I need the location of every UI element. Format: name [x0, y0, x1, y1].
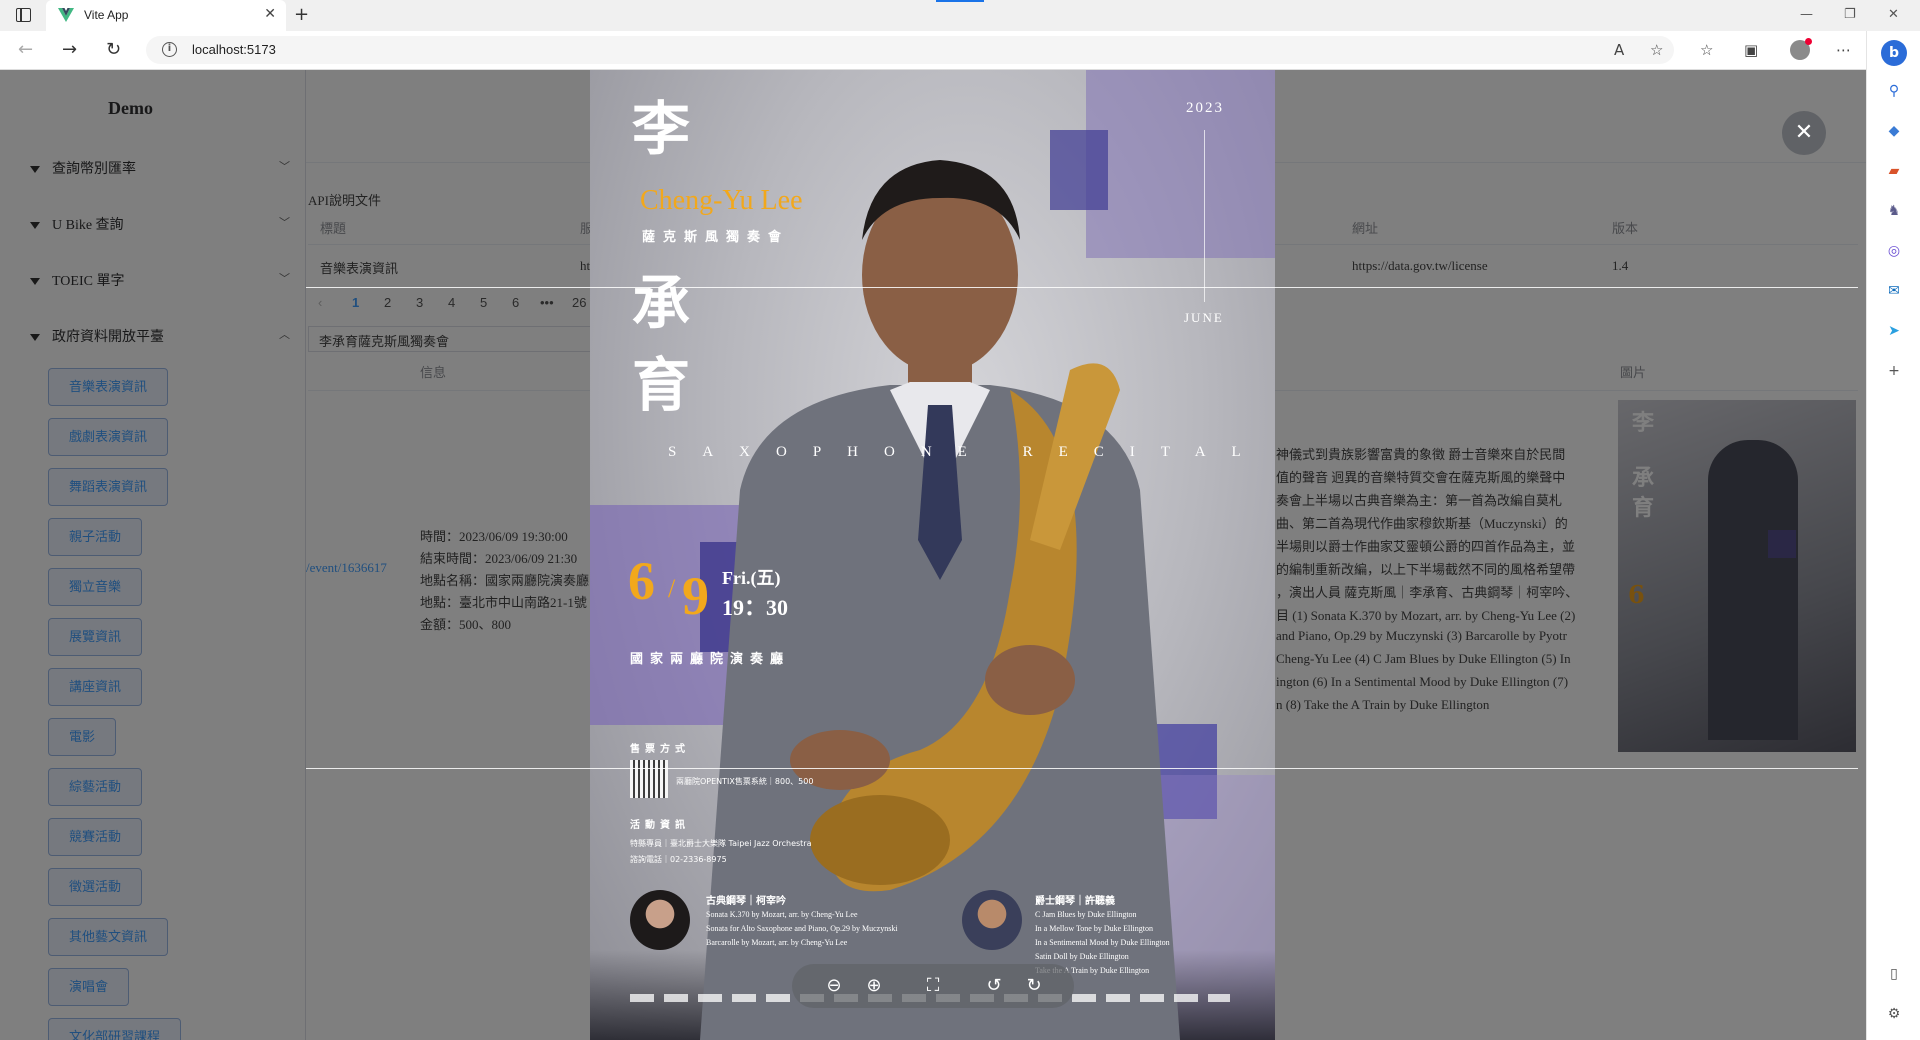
poster-weekday: Fri.(五) — [722, 568, 781, 588]
right-program-line: In a Mellow Tone by Duke Ellington — [1035, 924, 1153, 933]
poster-recital: SAXOPHONE RECITAL — [668, 444, 1267, 460]
left-program-line: Sonata K.370 by Mozart, arr. by Cheng-Yu… — [706, 910, 858, 919]
poster-vertical-rule — [1204, 130, 1205, 302]
poster-year: 2023 — [1186, 100, 1224, 116]
office-icon[interactable]: ◎ — [1884, 243, 1904, 263]
left-program-line: Barcarolle by Mozart, arr. by Cheng-Yu L… — [706, 938, 848, 947]
right-program-line: In a Sentimental Mood by Duke Ellington — [1035, 938, 1170, 947]
browser-tab[interactable]: Vite App ✕ — [46, 0, 286, 31]
outlook-icon[interactable]: ✉ — [1884, 283, 1904, 303]
right-program-line: C Jam Blues by Duke Ellington — [1035, 910, 1137, 919]
new-tab-icon[interactable]: + — [294, 4, 309, 25]
guide-line — [306, 287, 1858, 288]
favorites-icon[interactable]: ☆ — [1700, 41, 1713, 59]
loading-indicator — [936, 0, 984, 2]
poster-date-slash: / — [668, 574, 676, 603]
poster-info-heading: 活動資訊 — [630, 820, 690, 831]
poster-info-line: 諮詢電話｜02-2336-8975 — [630, 855, 727, 864]
qr-code-icon — [630, 760, 668, 798]
collections-icon[interactable]: ▣ — [1744, 41, 1758, 59]
poster-time: 19：30 — [722, 595, 789, 620]
poster-name-char: 承 — [632, 269, 691, 337]
zoom-out-icon[interactable]: ⊖ — [822, 974, 846, 998]
vite-favicon-icon — [58, 8, 74, 22]
search-icon[interactable]: ⚲ — [1884, 83, 1904, 103]
settings-gear-icon[interactable]: ⚙ — [1884, 1006, 1904, 1026]
rotate-left-icon[interactable]: ↺ — [982, 974, 1006, 998]
right-program-line: Satin Doll by Duke Ellington — [1035, 952, 1129, 961]
address-bar: ← → ↻ i localhost:5173 A ☆ ☆ ▣ ⋯ — [0, 31, 1920, 70]
window-close-icon[interactable]: ✕ — [1888, 7, 1899, 22]
refresh-icon[interactable]: ↻ — [106, 39, 121, 60]
viewer-toolbar: ⊖ ⊕ ⛶ ↺ ↻ — [792, 964, 1074, 1008]
jazz-pianist-avatar — [962, 890, 1022, 950]
left-program-line: Sonata for Alto Saxophone and Piano, Op.… — [706, 924, 898, 933]
add-sidebar-icon[interactable]: + — [1884, 363, 1904, 383]
viewer-close-button[interactable]: ✕ — [1782, 111, 1826, 155]
games-icon[interactable]: ♞ — [1884, 203, 1904, 223]
url-field[interactable]: i localhost:5173 — [146, 36, 1674, 64]
back-icon[interactable]: ← — [18, 39, 33, 60]
poster-name-en: Cheng-Yu Lee — [640, 185, 803, 216]
tab-close-icon[interactable]: ✕ — [264, 6, 276, 22]
hide-sidebar-icon[interactable]: ▯ — [1884, 966, 1904, 986]
bing-chat-icon[interactable]: b — [1881, 40, 1907, 66]
poster-date-day: 9 — [682, 566, 709, 626]
poster-name-char: 育 — [632, 351, 691, 419]
poster-ticket-heading: 售票方式 — [630, 744, 690, 755]
poster-date-month: 6 — [628, 551, 655, 611]
poster-venue: 國家兩廳院演奏廳 — [630, 652, 791, 667]
poster-ticket-line: 兩廳院OPENTIX售票系統｜800、500 — [676, 777, 814, 786]
poster-subtitle: 薩克斯風獨奏會 — [642, 230, 790, 245]
edge-sidebar: b ⚲ ◆ ▰ ♞ ◎ ✉ ➤ + ▯ ⚙ — [1866, 31, 1920, 1040]
url-text[interactable]: localhost:5173 — [192, 42, 276, 57]
rotate-right-icon[interactable]: ↻ — [1022, 974, 1046, 998]
guide-line — [306, 768, 1858, 769]
tab-strip: Vite App ✕ + — ❐ ✕ — [0, 0, 1920, 31]
left-performer: 古典鋼琴｜柯宰吟 — [706, 896, 786, 907]
restore-icon[interactable]: ❐ — [1844, 7, 1856, 22]
poster-name-char: 李 — [632, 95, 691, 163]
forward-icon[interactable]: → — [62, 39, 77, 60]
poster-info-line: 特縣專員｜臺北爵士大樂隊 Taipei Jazz Orchestra — [630, 839, 812, 848]
more-options-icon[interactable]: ⋯ — [1836, 41, 1851, 59]
tools-icon[interactable]: ▰ — [1884, 163, 1904, 183]
right-performer: 爵士鋼琴｜許聽義 — [1035, 896, 1115, 907]
read-aloud-icon[interactable]: A — [1614, 41, 1624, 59]
shopping-tag-icon[interactable]: ◆ — [1884, 123, 1904, 143]
fit-icon[interactable]: ⛶ — [921, 974, 945, 998]
site-info-icon[interactable]: i — [162, 42, 177, 57]
zoom-in-icon[interactable]: ⊕ — [862, 974, 886, 998]
minimize-icon[interactable]: — — [1800, 7, 1813, 22]
classical-pianist-avatar — [630, 890, 690, 950]
drop-icon[interactable]: ➤ — [1884, 323, 1904, 343]
tab-title: Vite App — [84, 8, 129, 22]
poster-month: JUNE — [1184, 310, 1224, 325]
add-favorite-icon[interactable]: ☆ — [1650, 41, 1663, 59]
profile-avatar[interactable] — [1790, 38, 1812, 60]
poster-image: 李 Cheng-Yu Lee 薩克斯風獨奏會 承 育 2023 JUNE SAX… — [590, 70, 1275, 1040]
tab-actions-icon[interactable] — [16, 8, 31, 22]
